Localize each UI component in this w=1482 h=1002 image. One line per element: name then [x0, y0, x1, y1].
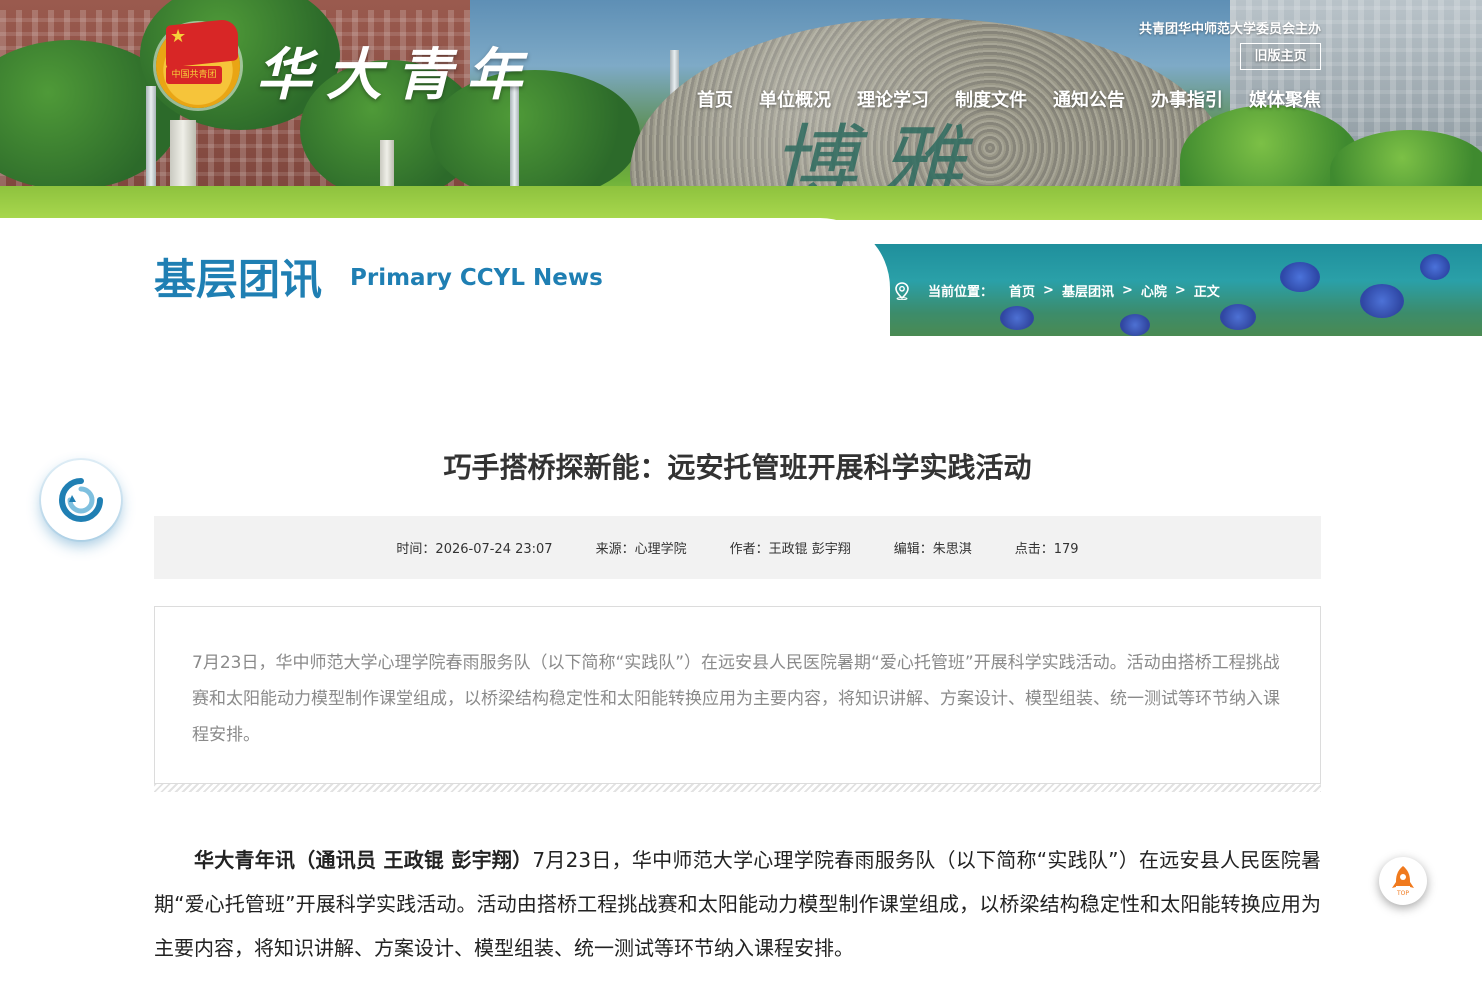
banner-flower: [1280, 262, 1320, 292]
nav-item-regulations[interactable]: 制度文件: [955, 86, 1027, 112]
old-homepage-button[interactable]: 旧版主页: [1240, 43, 1321, 70]
meta-source: 来源：心理学院: [595, 542, 687, 557]
banner-flower: [1420, 254, 1450, 280]
meta-author: 作者：王政锟 彭宇翔: [729, 542, 851, 557]
nav-item-media-focus[interactable]: 媒体聚焦: [1249, 86, 1321, 112]
main-nav: 首页 单位概况 理论学习 制度文件 通知公告 办事指引 媒体聚焦: [697, 86, 1321, 112]
banner-lawn: [0, 186, 1482, 220]
breadcrumb-label: 当前位置：: [928, 285, 994, 300]
breadcrumb-separator: >: [1174, 283, 1186, 298]
breadcrumb-item-home[interactable]: 首页: [1009, 281, 1035, 300]
section-banner: 基层团讯 Primary CCYL News 当前位置： 首页 > 基层团讯 >…: [0, 218, 1482, 336]
meta-clicks: 点击：179: [1014, 542, 1079, 557]
header-banner: 博雅 ★ 中国共青团 华大青年 共青团华中师范大学委员会主办 旧版主页 首页 单…: [0, 0, 1482, 220]
meta-editor: 编辑：朱思淇: [893, 542, 972, 557]
sponsor-text: 共青团华中师范大学委员会主办: [1138, 22, 1321, 37]
back-to-top-button[interactable]: TOP: [1379, 857, 1427, 905]
refresh-icon: [59, 478, 103, 522]
floating-refresh-button[interactable]: [41, 460, 121, 540]
breadcrumb-item-section[interactable]: 基层团讯: [1062, 281, 1114, 300]
meta-time: 时间：2026-07-24 23:07: [396, 542, 553, 557]
rocket-icon: TOP: [1392, 866, 1414, 897]
banner-flower: [1120, 314, 1150, 336]
section-title: 基层团讯: [154, 255, 323, 304]
breadcrumb-separator: >: [1043, 283, 1054, 298]
emblem-band: 中国共青团: [166, 66, 222, 84]
banner-flower: [1360, 284, 1404, 318]
article-body-paragraph: 华大青年讯（通讯员 王政锟 彭宇翔）7月23日，华中师范大学心理学院春雨服务队（…: [154, 838, 1321, 970]
summary-divider: [154, 784, 1321, 792]
article-summary: 7月23日，华中师范大学心理学院春雨服务队（以下简称“实践队”）在远安县人民医院…: [154, 606, 1321, 784]
nav-item-service-guide[interactable]: 办事指引: [1151, 86, 1223, 112]
nav-item-theory-study[interactable]: 理论学习: [857, 86, 929, 112]
brand-logo-text[interactable]: 华大青年: [256, 30, 536, 111]
article-title: 巧手搭桥探新能：远安托管班开展科学实践活动: [443, 451, 1032, 484]
breadcrumb-separator: >: [1121, 283, 1133, 298]
breadcrumb-item-college[interactable]: 心院: [1141, 281, 1167, 300]
breadcrumb: 当前位置： 首页 > 基层团讯 > 心院 > 正文: [894, 281, 1220, 300]
location-pin-icon: [895, 281, 909, 300]
section-title-en: Primary CCYL News: [350, 265, 603, 291]
nav-item-notices[interactable]: 通知公告: [1053, 86, 1125, 112]
banner-flower: [1220, 304, 1256, 330]
nav-item-home[interactable]: 首页: [697, 86, 733, 112]
rocket-label: TOP: [1396, 890, 1409, 897]
breadcrumb-item-current: 正文: [1193, 285, 1220, 300]
article-meta-bar: 时间：2026-07-24 23:07 来源：心理学院 作者：王政锟 彭宇翔 编…: [154, 516, 1321, 579]
nav-item-unit-overview[interactable]: 单位概况: [759, 86, 831, 112]
article-body-lead: 华大青年讯（通讯员 王政锟 彭宇翔）: [194, 848, 533, 872]
banner-flower: [1000, 306, 1034, 330]
emblem-star-icon: ★: [170, 26, 187, 47]
article-summary-text: 7月23日，华中师范大学心理学院春雨服务队（以下简称“实践队”）在远安县人民医院…: [192, 653, 1280, 745]
